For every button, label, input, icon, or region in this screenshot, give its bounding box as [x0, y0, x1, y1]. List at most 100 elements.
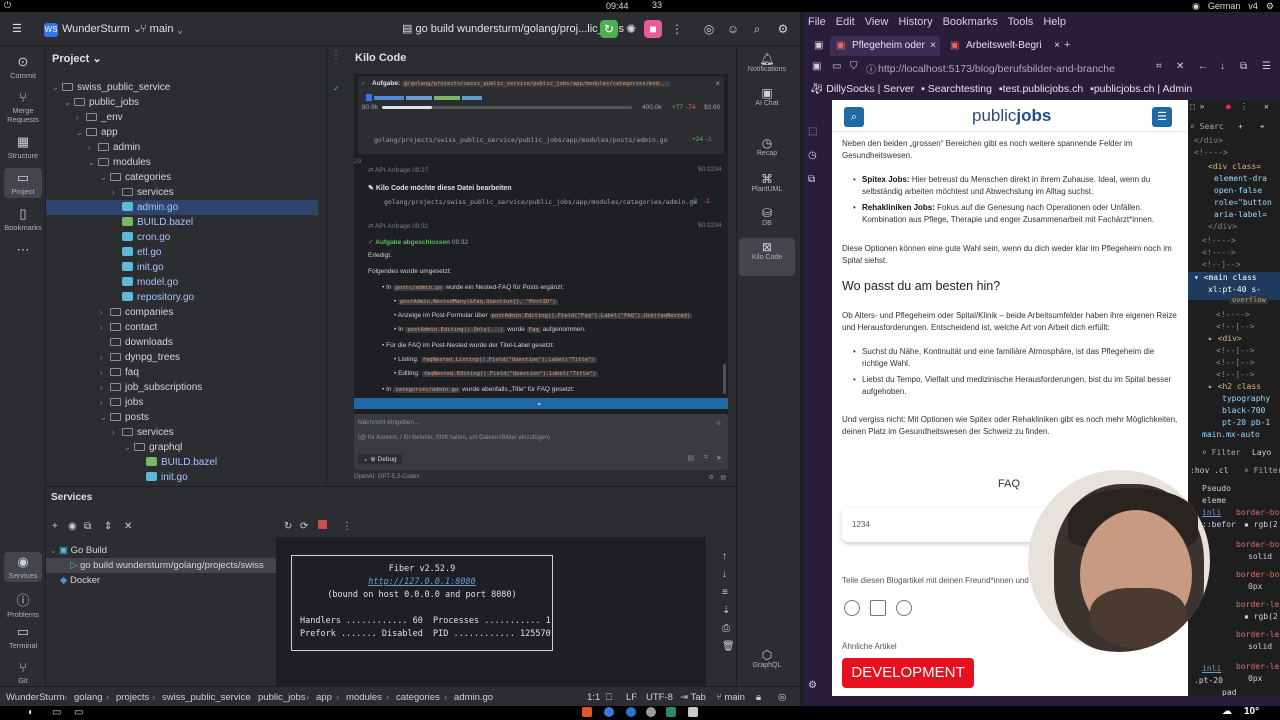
error-icon[interactable]: ● [1226, 102, 1231, 111]
breadcrumb-item[interactable]: swiss_public_service [162, 692, 251, 703]
line-ending[interactable]: LF [626, 692, 637, 703]
arrow-up-icon[interactable]: ↑ [722, 551, 727, 562]
tree-file[interactable]: BUILD.bazel [112, 215, 193, 230]
lock-icon[interactable]: 🔒︎ [756, 692, 761, 703]
scroll-to-bottom-button[interactable]: ⌄ [354, 398, 728, 409]
running-service-item[interactable]: ▷ go build wundersturm/golang/projects/s… [46, 558, 276, 573]
tree-file[interactable]: init.go [112, 260, 164, 275]
tab-sidebar-icon[interactable]: ⧉ [808, 174, 815, 185]
tree-folder[interactable]: ⌄ public_jobs [64, 95, 139, 110]
chevron-icon[interactable]: ⌄ [64, 95, 74, 110]
tree-folder[interactable]: ⌄ swiss_public_service [52, 80, 170, 95]
chat-scrollbar[interactable] [723, 364, 726, 394]
tree-folder[interactable]: › job_subscriptions [100, 380, 202, 395]
merge-requests-tool-button[interactable]: ⑂ Merge Requests [4, 90, 42, 124]
enhance-prompt-icon[interactable]: ✧ [715, 419, 722, 428]
close-tab-icon[interactable]: × [1054, 36, 1060, 56]
tree-file[interactable]: BUILD.bazel [136, 455, 217, 470]
tab-list-icon[interactable]: ▣ [814, 40, 823, 51]
menu-bookmarks[interactable]: Bookmarks [943, 16, 998, 28]
structure-tool-button[interactable]: ▦ Structure [4, 134, 42, 160]
server-link[interactable]: http://127.0.0.1:8080 [368, 577, 475, 587]
tree-folder[interactable]: ⌄ posts [100, 410, 149, 425]
project-panel-title[interactable]: Project ⌄ [52, 52, 102, 65]
app-icon[interactable] [666, 707, 676, 717]
branch-selector[interactable]: ⑂ main ⌄ [140, 20, 183, 38]
chevron-icon[interactable]: › [362, 80, 364, 87]
terminal-tool-button[interactable]: ▭ Terminal [4, 624, 42, 650]
shield-icon[interactable]: ⛉ [850, 61, 858, 72]
sidebar-icon[interactable]: ▣ [812, 61, 821, 72]
wifi-icon[interactable]: ◉ [1192, 0, 1200, 12]
window-icon[interactable]: ▭ [52, 707, 61, 718]
tree-folder[interactable]: downloads [100, 335, 173, 350]
print-icon[interactable]: ⎙ [722, 623, 730, 634]
stop-icon[interactable] [318, 520, 327, 529]
picker-icon[interactable]: ⌖ [1260, 122, 1265, 132]
firefox-icon[interactable] [604, 707, 614, 717]
arrow-down-icon[interactable]: ↓ [722, 569, 727, 580]
devtools-toolbar[interactable]: ⬚ » [1190, 102, 1204, 111]
tree-folder[interactable]: ⌄ categories [100, 170, 171, 185]
qr-icon[interactable]: ⌗ [1156, 61, 1162, 72]
power-icon[interactable]: ⏻ [4, 0, 11, 11]
go-build-group[interactable]: ⌄ ▣ Go Build [50, 543, 107, 558]
project-tool-button[interactable]: ▭ Project [4, 168, 42, 198]
tree-folder[interactable]: › admin [88, 140, 140, 155]
add-user-icon[interactable]: ☺ [724, 20, 742, 38]
tree-folder[interactable]: › services [112, 185, 174, 200]
menu-edit[interactable]: Edit [836, 16, 855, 28]
send-icon[interactable]: ➤ [716, 454, 722, 462]
linkedin-icon[interactable] [870, 600, 886, 616]
files-icon[interactable]: ▭ [74, 707, 83, 718]
menu-icon[interactable]: ☰ [1262, 61, 1271, 72]
chevron-icon[interactable]: › [112, 185, 122, 200]
gear-icon[interactable]: ⚙ [774, 20, 792, 38]
clock[interactable]: 09:44 [606, 0, 629, 12]
mode-selector[interactable]: ⌄ ⊕ Debug [358, 454, 402, 464]
menu-tools[interactable]: Tools [1008, 16, 1034, 28]
chevron-icon[interactable]: › [100, 350, 110, 365]
search-icon[interactable]: ⌕ [748, 20, 766, 38]
scroll-end-icon[interactable]: ⇣ [722, 605, 730, 616]
edit-file-path[interactable]: golang/projects/swiss_public_service/pub… [384, 198, 697, 206]
console-output[interactable]: Fiber v2.52.9 http://127.0.0.1:8080 (bou… [276, 537, 735, 687]
settings-app-icon[interactable] [646, 707, 656, 717]
breadcrumb-item[interactable]: app [316, 692, 332, 703]
browser-icon[interactable] [626, 707, 636, 717]
history-icon[interactable]: ▤ [720, 474, 726, 481]
app-icon[interactable] [688, 707, 698, 717]
settings-icon[interactable]: ⚙ [709, 474, 714, 481]
menu-view[interactable]: View [865, 16, 889, 28]
notifications-tool-button[interactable]: 🔔︎ Notifications [739, 52, 795, 73]
breadcrumb-item[interactable]: categories [396, 692, 440, 703]
commit-tool-button[interactable]: ⊙ Commit [4, 54, 42, 80]
chevron-icon[interactable]: ⌄ [124, 440, 134, 455]
tree-folder[interactable]: › _env [76, 110, 123, 125]
close-tab-icon[interactable]: × [930, 36, 936, 56]
git-tool-button[interactable]: ⑂ Git [4, 660, 42, 685]
indent-setting[interactable]: ⇥ Tab [680, 692, 706, 703]
tree-folder[interactable]: › companies [100, 305, 173, 320]
bookmarks-tool-button[interactable]: ▯ Bookmarks [4, 206, 42, 232]
tree-file[interactable]: admin.go [46, 200, 318, 215]
keyboard-layout[interactable]: German [1208, 0, 1241, 12]
panel-options-icon[interactable]: ⋮ [331, 50, 341, 61]
bookmark-item[interactable]: 🧦︎ DillySocks | Server [810, 83, 914, 95]
graphql-tool-button[interactable]: ⬡ GraphQL [739, 648, 795, 669]
eye-icon[interactable]: ◉ [68, 521, 77, 532]
ai-assistant-icon[interactable]: ◎ [700, 20, 718, 38]
stop-icon[interactable]: ■ [644, 20, 662, 38]
chevron-icon[interactable]: › [76, 110, 86, 125]
chevron-icon[interactable]: › [88, 140, 98, 155]
info-icon[interactable]: ⓘ [866, 61, 876, 76]
close-icon[interactable]: ✕ [1264, 102, 1269, 111]
settings-icon[interactable]: ⚙ [1266, 0, 1274, 12]
back-icon[interactable]: ← [1198, 61, 1208, 72]
db-tool-button[interactable]: ⛁ DB [739, 206, 795, 227]
reader-icon[interactable]: ▭ [832, 61, 841, 72]
chevron-icon[interactable]: › [100, 380, 110, 395]
add-node-icon[interactable]: + [1238, 122, 1243, 131]
ai-chat-tool-button[interactable]: ▣ AI Chat [739, 86, 795, 107]
site-logo[interactable]: publicjobs [972, 106, 1051, 126]
